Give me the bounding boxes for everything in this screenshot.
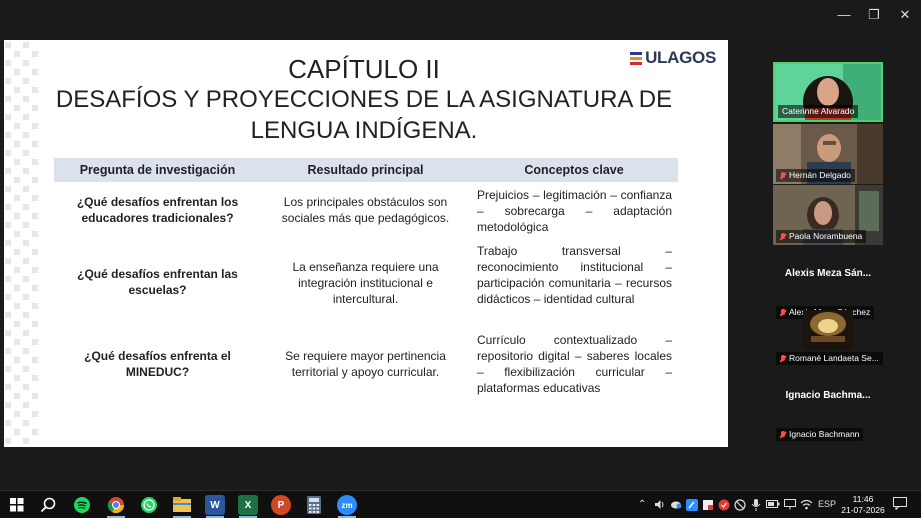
table-row: ¿Qué desafíos enfrentan los educadores t… bbox=[54, 187, 678, 239]
row-concepts: Trabajo transversal – reconocimiento ins… bbox=[477, 244, 672, 306]
table-row: ¿Qué desafíos enfrentan las escuelas? La… bbox=[54, 243, 678, 325]
participant-tile-caterinne[interactable]: Caterinne Alvarado bbox=[773, 62, 883, 122]
antivirus-icon[interactable] bbox=[718, 499, 730, 513]
shared-screen-slide: ULAGOS CAPÍTULO II DESAFÍOS Y PROYECCION… bbox=[4, 40, 728, 447]
row-result: Los principales obstáculos son sociales … bbox=[281, 195, 450, 225]
participant-tile-ignacio[interactable]: Ignacio Bachma... Ignacio Bachmann bbox=[773, 383, 883, 443]
excel-icon[interactable]: X bbox=[238, 495, 258, 515]
header-concepts: Conceptos clave bbox=[524, 163, 624, 177]
input-language[interactable]: ESP bbox=[818, 499, 836, 513]
participant-avatar-image bbox=[803, 310, 853, 350]
excel-letter: X bbox=[244, 499, 252, 511]
slide-title-line-1: CAPÍTULO II bbox=[288, 54, 440, 84]
app-tray-icon[interactable] bbox=[686, 499, 698, 513]
participant-name-label: Caterinne Alvarado bbox=[778, 105, 859, 118]
restore-button[interactable]: ❐ bbox=[862, 6, 886, 24]
row-concepts: Currículo contextualizado – repositorio … bbox=[477, 333, 672, 395]
muted-mic-icon bbox=[780, 354, 786, 363]
findings-table: Pregunta de investigación Resultado prin… bbox=[54, 158, 678, 395]
clock-time: 11:46 bbox=[852, 494, 874, 504]
network-tray-icon[interactable] bbox=[734, 499, 746, 513]
participant-tile-hernan[interactable]: Hernán Delgado bbox=[773, 124, 883, 184]
participant-name-label: Romané Landaeta Se... bbox=[776, 352, 883, 365]
participant-name: Ignacio Bachmann bbox=[789, 429, 860, 439]
row-result: Se requiere mayor pertinencia territoria… bbox=[285, 349, 446, 379]
system-clock[interactable]: 11:46 21-07-2026 bbox=[841, 494, 885, 516]
table-header: Pregunta de investigación Resultado prin… bbox=[54, 158, 678, 182]
header-question: Pregunta de investigación bbox=[79, 163, 236, 177]
row-question: ¿Qué desafíos enfrentan los educadores t… bbox=[76, 195, 239, 225]
slide-title: CAPÍTULO II DESAFÍOS Y PROYECCIONES DE L… bbox=[44, 54, 684, 146]
zoom-letter: zm bbox=[341, 500, 353, 510]
windows-taskbar: W X P zm ⌃ ESP 11:46 21-07-2026 bbox=[0, 490, 921, 518]
spotify-icon[interactable] bbox=[72, 495, 92, 515]
cloud-sync-icon[interactable] bbox=[670, 499, 682, 513]
word-letter: W bbox=[210, 499, 220, 511]
slide-decorative-pattern bbox=[5, 42, 38, 444]
word-icon[interactable]: W bbox=[205, 495, 225, 515]
battery-icon[interactable] bbox=[766, 499, 780, 513]
participant-name: Hernán Delgado bbox=[789, 170, 851, 180]
participant-name: Romané Landaeta Se... bbox=[789, 353, 879, 363]
participant-tile-paola[interactable]: Paola Norambuena bbox=[773, 185, 883, 245]
participant-name-label: Paola Norambuena bbox=[776, 230, 867, 243]
participant-name: Caterinne Alvarado bbox=[782, 106, 855, 116]
chrome-icon[interactable] bbox=[106, 495, 126, 515]
volume-icon[interactable] bbox=[654, 499, 666, 513]
row-question: ¿Qué desafíos enfrentan las escuelas? bbox=[77, 267, 238, 297]
muted-mic-icon bbox=[780, 232, 786, 241]
header-result: Resultado principal bbox=[307, 163, 424, 177]
close-button[interactable]: ✕ bbox=[893, 6, 917, 24]
participant-display-name: Ignacio Bachma... bbox=[785, 390, 871, 401]
slide-title-line-2: DESAFÍOS Y PROYECCIONES DE LA ASIGNATURA… bbox=[55, 86, 673, 113]
row-result: La enseñanza requiere una integración in… bbox=[292, 260, 439, 306]
minimize-button[interactable]: — bbox=[832, 6, 856, 24]
notifications-icon[interactable] bbox=[893, 497, 907, 511]
participant-tile-romane[interactable]: Romané Landaeta Se... bbox=[773, 307, 883, 367]
windows-start-icon[interactable] bbox=[7, 495, 27, 515]
powerpoint-letter: P bbox=[277, 499, 285, 511]
display-tray-icon[interactable] bbox=[784, 499, 796, 513]
powerpoint-icon[interactable]: P bbox=[271, 495, 291, 515]
calculator-icon[interactable] bbox=[304, 495, 324, 515]
zoom-meeting-window: — ❐ ✕ ULAGOS CAPÍTULO II DESAFÍOS Y PROY… bbox=[0, 0, 921, 518]
slide-title-line-3: LENGUA INDÍGENA. bbox=[250, 117, 478, 144]
participant-name-label: Hernán Delgado bbox=[776, 169, 855, 182]
participant-display-name: Alexis Meza Sán... bbox=[784, 268, 872, 279]
microphone-icon[interactable] bbox=[751, 499, 761, 513]
participant-name-label: Ignacio Bachmann bbox=[776, 428, 864, 441]
participant-name: Paola Norambuena bbox=[789, 231, 863, 241]
file-explorer-icon[interactable] bbox=[172, 495, 192, 515]
wifi-icon[interactable] bbox=[800, 499, 813, 513]
search-icon[interactable] bbox=[38, 495, 58, 515]
muted-mic-icon bbox=[780, 430, 786, 439]
security-tray-icon[interactable] bbox=[702, 499, 714, 513]
muted-mic-icon bbox=[780, 171, 786, 180]
whatsapp-icon[interactable] bbox=[139, 495, 159, 515]
tray-overflow-chevron-icon[interactable]: ⌃ bbox=[638, 499, 646, 513]
row-question: ¿Qué desafíos enfrenta el MINEDUC? bbox=[84, 349, 231, 379]
table-row: ¿Qué desafíos enfrenta el MINEDUC? Se re… bbox=[54, 332, 678, 398]
zoom-icon[interactable]: zm bbox=[337, 495, 357, 515]
row-concepts: Prejuicios – legitimación – confianza – … bbox=[477, 188, 672, 234]
clock-date: 21-07-2026 bbox=[841, 505, 885, 515]
